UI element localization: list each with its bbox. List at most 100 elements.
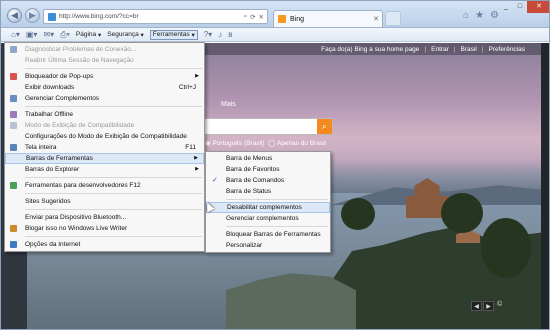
menu-separator [226,199,328,200]
tools-menu-item-sites-sugeridos[interactable]: Sites Sugeridos [5,196,204,207]
home-cmd-icon[interactable]: ⌂▾ [11,30,20,39]
tools-menu-item-bloqueador-de-pop-ups[interactable]: Bloqueador de Pop-ups ▶ [5,71,204,82]
submenu-arrow-icon: ▶ [195,166,199,172]
bluetooth-icon[interactable]: ʙ [228,30,232,39]
gear-icon[interactable]: ⚙ [490,10,499,21]
address-bar[interactable]: http://www.bing.com/?cc=br ⌕ ⟳ ✕ [43,9,268,24]
previous-image-button[interactable]: ◀ [471,301,482,311]
menu-separator [25,106,202,107]
copyright-icon[interactable]: © [497,301,502,308]
tools-menu-item-gerenciar-complementos[interactable]: Gerenciar Complementos [5,93,204,104]
address-url[interactable]: http://www.bing.com/?cc=br [59,13,243,20]
menu-item-label: Barra de Favoritos [226,166,280,173]
tools-menu-item-exibir-downloads[interactable]: Exibir downloads Ctrl+J [5,82,204,93]
menu-item-label: Bloqueador de Pop-ups [25,73,94,80]
region-link[interactable]: Brasil [461,46,477,53]
page-icon [48,12,56,21]
tools-menu-item-barras-de-ferramentas[interactable]: Barras de Ferramentas ▶ [5,153,204,164]
toolbars-item-desabilitar-complementos[interactable]: Desabilitar complementos [206,202,330,213]
toolbars-item-barra-de-comandos[interactable]: ✓ Barra de Comandos [206,175,330,186]
menu-item-label: Modo de Exibição de Compatibilidade [25,122,135,129]
tools-menu-item-blogar-isso-no-windows-live-writer[interactable]: Blogar isso no Windows Live Writer [5,223,204,234]
menu-separator [25,177,202,178]
tools-menu-item-configuracoes-do-modo-de-exibicao-de-compatibilidade[interactable]: Configurações do Modo de Exibição de Com… [5,131,204,142]
offline-icon [10,111,17,118]
search-icon[interactable]: ⌕ [243,13,247,21]
menu-item-label: Configurações do Modo de Exibição de Com… [25,133,187,140]
menu-item-label: Gerenciar complementos [226,215,299,222]
menu-item-label: Trabalhar Offline [25,111,74,118]
toolbars-item-personalizar[interactable]: Personalizar [206,240,330,251]
menu-item-label: Bloquear Barras de Ferramentas [226,231,321,238]
tools-menu-item-ferramentas-para-desenvolvedores-f12[interactable]: Ferramentas para desenvolvedores F12 [5,180,204,191]
next-image-button[interactable]: ▶ [483,301,494,311]
close-tab-icon[interactable]: ✕ [373,15,379,23]
new-tab-button[interactable] [385,11,401,26]
minimize-button[interactable]: _ [499,1,513,13]
menu-item-label: Barra de Status [226,188,272,195]
menu-item-label: Opções da Internet [25,241,81,248]
tools-menu-item-tela-inteira[interactable]: Tela inteira F11 [5,142,204,153]
menu-item-label: Barra de Menus [226,155,273,162]
menu-item-label: Barras de Ferramentas [26,155,93,162]
page-menu-button[interactable]: Página ▾ [76,31,101,39]
addons-icon [10,95,17,102]
menu-shortcut: F11 [185,144,196,151]
mail-icon[interactable]: ✉▾ [43,30,54,39]
menu-separator [25,193,202,194]
title-bar: ◀ ▶ http://www.bing.com/?cc=br ⌕ ⟳ ✕ Bin… [1,1,549,28]
menu-item-label: Gerenciar Complementos [25,95,100,102]
diagnose-icon [10,46,17,53]
menu-item-label: Barra de Comandos [226,177,285,184]
refresh-icon[interactable]: ⟳ [250,13,255,21]
favorites-star-icon[interactable]: ★ [475,10,484,21]
toolbars-item-barra-de-menus[interactable]: Barra de Menus [206,153,330,164]
research-icon[interactable]: ♪ [218,30,222,39]
more-link[interactable]: Mais [221,101,236,108]
menu-item-label: Sites Sugeridos [25,198,71,205]
toolbars-item-bloquear-barras-de-ferramentas[interactable]: Bloquear Barras de Ferramentas [206,229,330,240]
menu-item-label: Reabrir Última Sessão de Navegação [25,57,134,64]
submenu-arrow-icon: ▶ [194,155,198,161]
tools-menu-item-trabalhar-offline[interactable]: Trabalhar Offline [5,109,204,120]
tools-menu-item-opcoes-da-internet[interactable]: Opções da Internet [5,239,204,250]
submenu-arrow-icon: ▶ [195,73,199,79]
stop-icon[interactable]: ✕ [259,13,264,21]
toolbars-item-barra-de-status[interactable]: Barra de Status [206,186,330,197]
bing-icon [278,15,286,23]
bing-search-button[interactable]: ⌕ [317,119,332,134]
tools-menu-item-modo-de-exibicao-de-compatibilidade[interactable]: Modo de Exibição de Compatibilidade [5,120,204,131]
menu-separator [226,226,328,227]
toolbars-item-barra-de-favoritos[interactable]: Barra de Favoritos [206,164,330,175]
menu-shortcut: Ctrl+J [178,84,196,91]
command-bar: ⌂▾ ▣▾ ✉▾ ⎙▾ Página ▾ Segurança ▾ Ferrame… [1,28,549,42]
menu-item-label: Enviar para Dispositivo Bluetooth... [25,214,127,221]
maximize-button[interactable]: □ [513,1,527,13]
popup-blocker-icon [10,73,17,80]
tools-menu-button[interactable]: Ferramentas ▾ [149,29,198,40]
feeds-icon[interactable]: ▣▾ [26,30,38,39]
menu-item-label: Blogar isso no Windows Live Writer [25,225,128,232]
toolbars-submenu: Barra de Menus Barra de Favoritos ✓ Barra d… [205,151,331,253]
forward-button[interactable]: ▶ [25,8,40,23]
tools-menu-item-barras-do-explorer[interactable]: Barras do Explorer ▶ [5,164,204,175]
tab-label: Bing [290,15,305,23]
help-icon[interactable]: ?▾ [204,30,212,39]
search-scope[interactable]: ◉ Português (Brasil) ◯ Apenas do Brasil [205,139,326,147]
checkmark-icon: ✓ [212,177,218,184]
toolbars-item-gerenciar-complementos[interactable]: Gerenciar complementos [206,213,330,224]
tools-menu-item-diagnosticar-problemas-de-conexao[interactable]: Diagnosticar Problemas de Conexão... [5,44,204,55]
preferences-link[interactable]: Preferências [489,46,526,53]
bing-search-input[interactable] [201,118,333,135]
fullscreen-icon [10,144,17,151]
back-button[interactable]: ◀ [7,8,22,23]
home-icon[interactable]: ⌂ [463,10,469,21]
signin-link[interactable]: Entrar [431,46,449,53]
tools-menu-item-enviar-para-dispositivo-bluetooth[interactable]: Enviar para Dispositivo Bluetooth... [5,212,204,223]
set-homepage-link[interactable]: Faça do(a) Bing a sua home page [321,46,419,53]
tools-menu-item-reabrir-ultima-sessao-de-navegacao[interactable]: Reabrir Última Sessão de Navegação [5,55,204,66]
print-icon[interactable]: ⎙▾ [60,30,70,40]
security-menu-button[interactable]: Segurança ▾ [107,31,144,39]
close-window-button[interactable]: ✕ [527,1,549,13]
tab-bing[interactable]: Bing ✕ [273,10,383,27]
